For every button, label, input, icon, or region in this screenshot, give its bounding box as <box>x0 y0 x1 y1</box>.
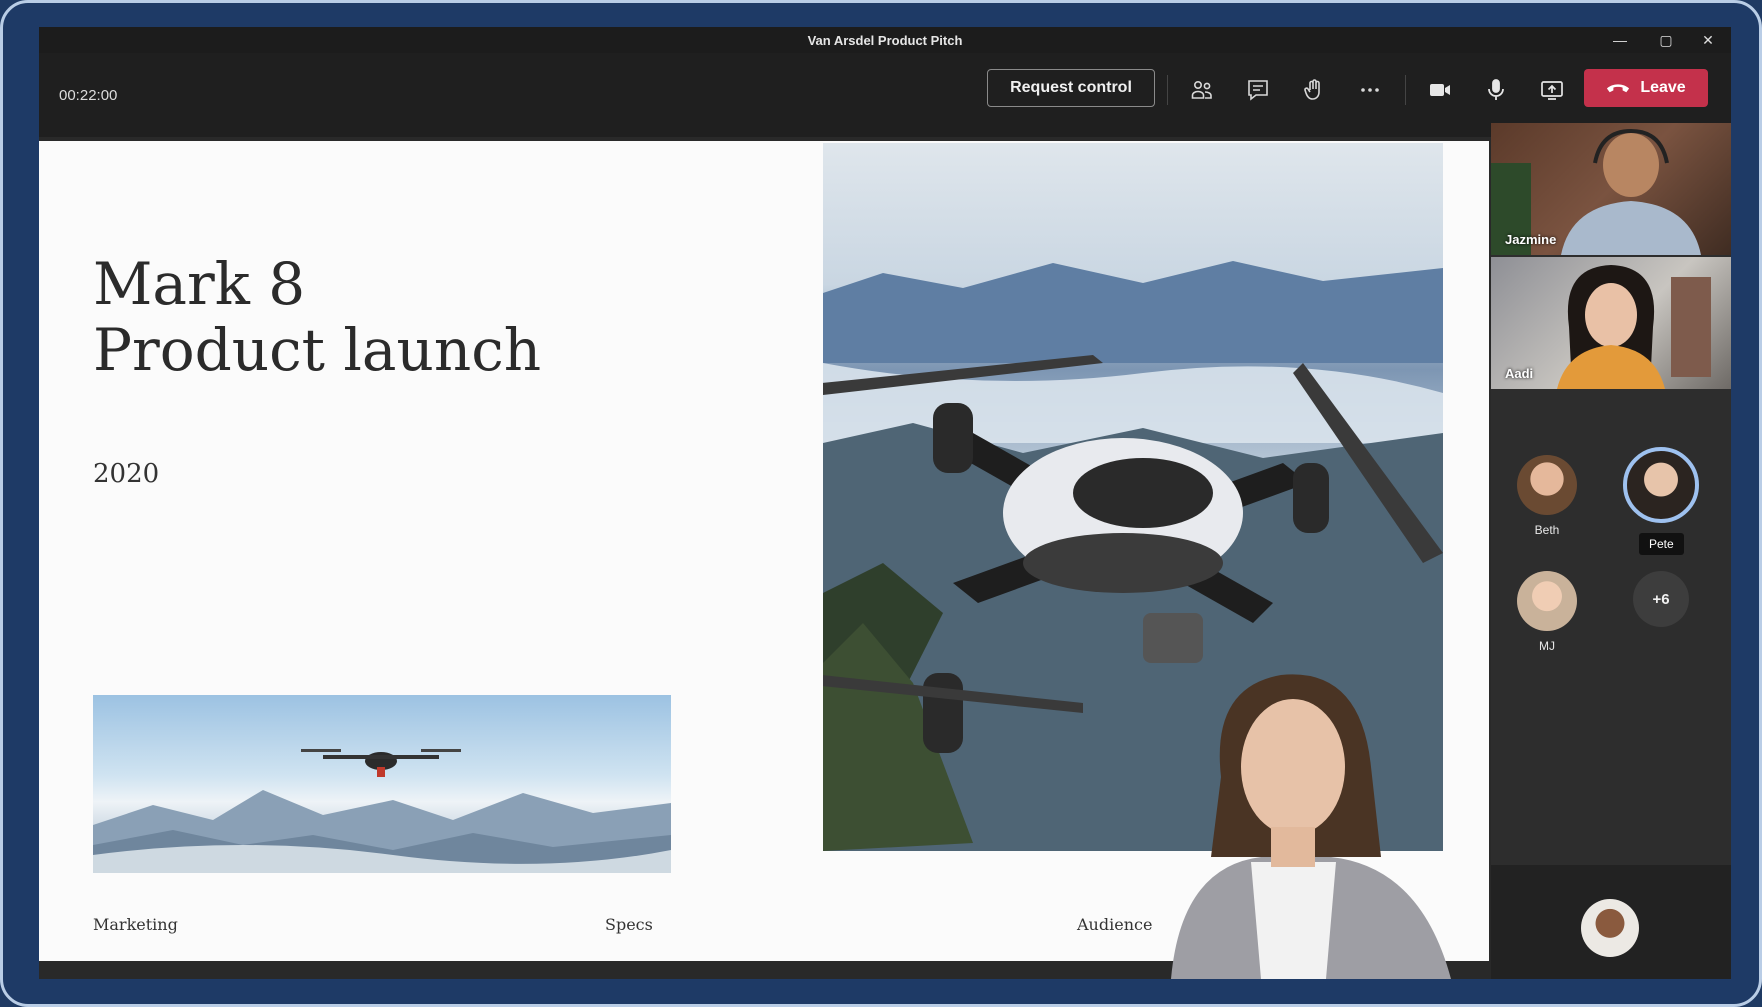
request-control-button[interactable]: Request control <box>987 69 1155 107</box>
chat-icon[interactable] <box>1241 73 1275 107</box>
avatar-name: Beth <box>1534 523 1560 537</box>
avatar-beth[interactable] <box>1517 455 1577 515</box>
toolbar-divider <box>1405 75 1406 105</box>
toolbar-divider <box>1167 75 1168 105</box>
self-view-area <box>1491 865 1731 979</box>
camera-icon[interactable] <box>1423 73 1457 107</box>
slide-title-line-2: Product launch <box>93 316 542 384</box>
meeting-window: Van Arsdel Product Pitch — ▢ ✕ 00:22:00 … <box>39 27 1731 979</box>
presenter-video <box>1151 667 1481 979</box>
slide-footer-specs: Specs <box>605 915 653 934</box>
self-avatar[interactable] <box>1581 899 1639 957</box>
minimize-icon[interactable]: — <box>1597 29 1643 51</box>
avatar-mj[interactable] <box>1517 571 1577 631</box>
phone-hangup-icon <box>1607 83 1630 92</box>
raise-hand-icon[interactable] <box>1297 73 1331 107</box>
avatar-pete-speaking[interactable] <box>1623 447 1699 523</box>
screenshot-frame: Van Arsdel Product Pitch — ▢ ✕ 00:22:00 … <box>0 0 1762 1007</box>
video-tile-name: Jazmine <box>1505 232 1557 247</box>
more-options-icon[interactable] <box>1353 73 1387 107</box>
participant-panel: Jazmine Aadi Beth Pete MJ +6 <box>1491 123 1731 979</box>
avatar-name: MJ <box>1539 639 1555 653</box>
share-screen-icon[interactable] <box>1535 73 1569 107</box>
window-title: Van Arsdel Product Pitch <box>807 33 963 48</box>
close-icon[interactable]: ✕ <box>1685 29 1731 51</box>
leave-button[interactable]: Leave <box>1584 69 1708 107</box>
slide-title-line-1: Mark 8 <box>93 250 306 318</box>
meeting-toolbar: 00:22:00 Request control Leave <box>39 53 1731 137</box>
people-icon[interactable] <box>1185 73 1219 107</box>
microphone-icon[interactable] <box>1479 73 1513 107</box>
meeting-timer: 00:22:00 <box>59 87 118 104</box>
slide-title: Mark 8 Product launch <box>93 251 541 383</box>
video-tile-jazmine[interactable]: Jazmine <box>1491 123 1731 255</box>
slide-footer-marketing: Marketing <box>93 915 178 934</box>
video-tile-name: Aadi <box>1505 366 1534 381</box>
more-participants-badge[interactable]: +6 <box>1633 571 1689 627</box>
title-bar: Van Arsdel Product Pitch — ▢ ✕ <box>39 27 1731 53</box>
maximize-icon[interactable]: ▢ <box>1643 29 1689 51</box>
slide-year: 2020 <box>93 459 160 489</box>
drone-panorama-image <box>93 695 671 873</box>
video-tile-aadi[interactable]: Aadi <box>1491 257 1731 389</box>
slide-footer-audience: Audience <box>1077 915 1153 934</box>
leave-label: Leave <box>1640 79 1686 96</box>
speaker-tooltip: Pete <box>1639 533 1684 555</box>
